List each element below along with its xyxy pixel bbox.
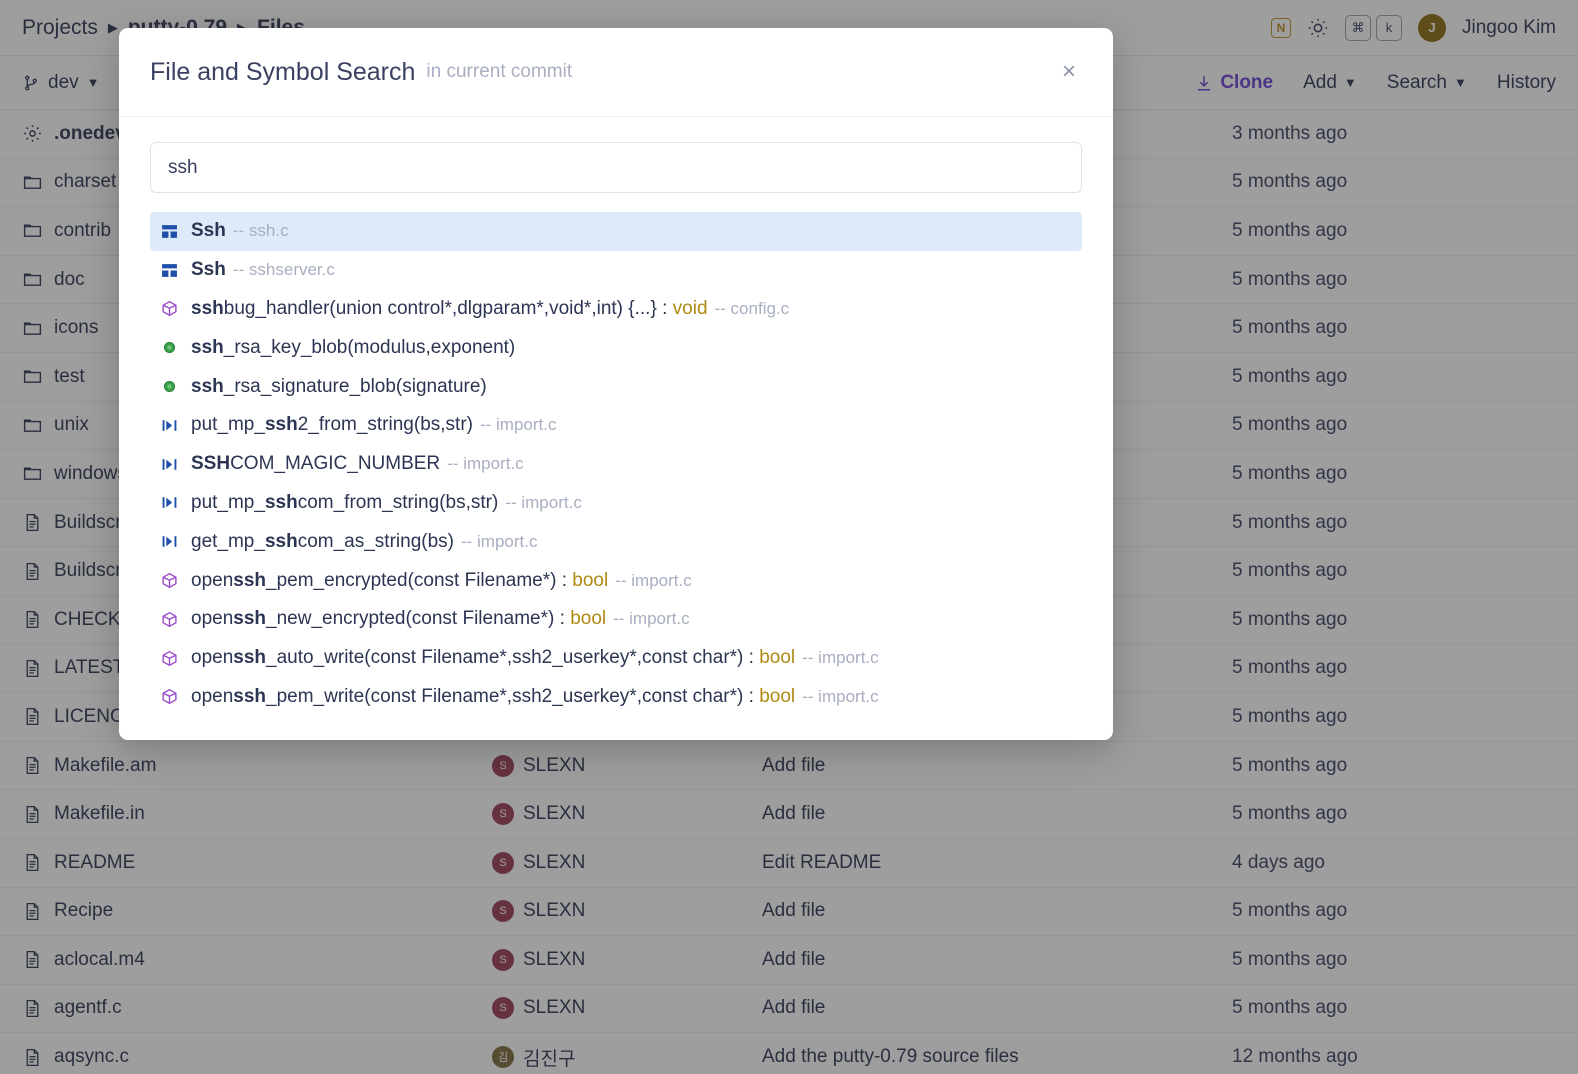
result-match: ssh (264, 530, 298, 552)
result-text: open ssh _auto_write(const Filename*,ssh2_… (191, 647, 879, 669)
result-text: put_mp_ ssh 2_from_string(bs,str) -- import… (191, 414, 556, 436)
result-colon: : (743, 685, 760, 707)
result-match: ssh (191, 336, 224, 358)
result-prefix: get_mp_ (191, 530, 265, 552)
result-match: ssh (233, 569, 267, 591)
result-suffix: com_as_string(bs) (297, 530, 454, 552)
search-input[interactable] (150, 142, 1082, 193)
result-text: Ssh -- ssh.c (191, 220, 289, 242)
function-icon (160, 571, 179, 590)
struct-icon (160, 261, 179, 280)
result-match: SSH (191, 453, 231, 475)
search-result-item[interactable]: open ssh _auto_write(const Filename*,ssh2_… (150, 639, 1082, 678)
function-icon (160, 687, 179, 706)
variable-icon (160, 377, 179, 396)
result-suffix: _new_encrypted(const Filename*) (266, 608, 555, 630)
result-match: ssh (233, 608, 267, 630)
search-result-item[interactable]: Ssh -- ssh.c (150, 212, 1082, 251)
result-type: void (672, 297, 708, 319)
result-type: bool (759, 647, 796, 669)
result-suffix: _auto_write(const Filename*,ssh2_userkey… (266, 647, 744, 669)
result-source: -- import.c (802, 686, 879, 706)
result-match: ssh (191, 375, 224, 397)
result-source: -- import.c (460, 531, 538, 551)
result-suffix: _rsa_key_blob(modulus,exponent) (223, 336, 516, 358)
result-text: ssh _rsa_signature_blob(signature) (191, 376, 487, 398)
result-colon: : (554, 608, 571, 630)
search-result-item[interactable]: put_mp_ ssh com_from_string(bs,str) -- impo… (150, 484, 1082, 523)
search-result-item[interactable]: Ssh -- sshserver.c (150, 251, 1082, 290)
result-match: Ssh (191, 220, 226, 242)
search-result-item[interactable]: get_mp_ ssh com_as_string(bs) -- import.c (150, 522, 1082, 561)
result-colon: : (556, 569, 573, 591)
result-suffix: _pem_write(const Filename*,ssh2_userkey*… (266, 685, 744, 707)
result-colon: : (743, 647, 760, 669)
result-source: -- sshserver.c (232, 260, 335, 280)
result-suffix: com_from_string(bs,str) (297, 491, 499, 513)
result-source: -- config.c (714, 298, 790, 318)
dialog-title: File and Symbol Search (150, 57, 416, 86)
result-suffix: bug_handler(union control*,dlgparam*,voi… (223, 297, 657, 319)
result-prefix: open (191, 647, 234, 669)
search-results-list: Ssh -- ssh.c Ssh -- sshserver.c ssh bug_handl… (150, 212, 1082, 716)
result-match: ssh (233, 685, 267, 707)
result-text: ssh _rsa_key_blob(modulus,exponent) (191, 337, 515, 359)
file-symbol-search-dialog: File and Symbol Search in current commit… (119, 28, 1113, 740)
result-text: open ssh _pem_encrypted(const Filename*) :… (191, 570, 692, 592)
result-source: -- ssh.c (232, 221, 289, 241)
result-text: open ssh _new_encrypted(const Filename*) :… (191, 608, 690, 630)
variable-icon (160, 338, 179, 357)
result-source: -- import.c (479, 415, 557, 435)
result-prefix: put_mp_ (191, 414, 265, 436)
result-match: ssh (233, 647, 267, 669)
result-match: ssh (191, 297, 224, 319)
result-prefix: open (191, 608, 234, 630)
result-source: -- import.c (615, 570, 692, 590)
search-result-item[interactable]: ssh bug_handler(union control*,dlgparam*,… (150, 290, 1082, 329)
struct-icon (160, 222, 179, 241)
macro-icon (160, 493, 179, 512)
result-source: -- import.c (613, 609, 690, 629)
dialog-subtitle: in current commit (426, 61, 573, 82)
result-text: Ssh -- sshserver.c (191, 259, 335, 281)
result-type: bool (759, 685, 796, 707)
result-text: ssh bug_handler(union control*,dlgparam*,… (191, 298, 789, 320)
result-source: -- import.c (447, 454, 524, 474)
search-result-item[interactable]: put_mp_ ssh 2_from_string(bs,str) -- import… (150, 406, 1082, 445)
result-suffix: COM_MAGIC_NUMBER (230, 453, 441, 475)
result-match: ssh (264, 414, 298, 436)
result-text: open ssh _pem_write(const Filename*,ssh2_u… (191, 686, 879, 708)
search-result-item[interactable]: open ssh _pem_write(const Filename*,ssh2_u… (150, 678, 1082, 717)
search-result-item[interactable]: SSH COM_MAGIC_NUMBER -- import.c (150, 445, 1082, 484)
macro-icon (160, 532, 179, 551)
function-icon (160, 649, 179, 668)
result-source: -- import.c (505, 492, 582, 512)
dialog-header: File and Symbol Search in current commit… (119, 28, 1113, 117)
macro-icon (160, 416, 179, 435)
result-source: -- import.c (802, 648, 879, 668)
function-icon (160, 610, 179, 629)
result-match: ssh (264, 491, 298, 513)
close-icon[interactable]: × (1056, 59, 1082, 85)
search-result-item[interactable]: open ssh _new_encrypted(const Filename*) :… (150, 600, 1082, 639)
result-prefix: put_mp_ (191, 491, 265, 513)
function-icon (160, 299, 179, 318)
search-result-item[interactable]: ssh _rsa_key_blob(modulus,exponent) (150, 328, 1082, 367)
result-suffix: _rsa_signature_blob(signature) (223, 375, 487, 397)
result-suffix: _pem_encrypted(const Filename*) (266, 569, 557, 591)
result-prefix: open (191, 685, 234, 707)
result-colon: : (656, 297, 673, 319)
result-text: put_mp_ ssh com_from_string(bs,str) -- impo… (191, 492, 582, 514)
result-type: bool (570, 608, 607, 630)
result-prefix: open (191, 569, 234, 591)
search-result-item[interactable]: open ssh _pem_encrypted(const Filename*) :… (150, 561, 1082, 600)
search-result-item[interactable]: ssh _rsa_signature_blob(signature) (150, 367, 1082, 406)
result-text: get_mp_ ssh com_as_string(bs) -- import.c (191, 531, 537, 553)
result-match: Ssh (191, 259, 226, 281)
macro-icon (160, 455, 179, 474)
result-type: bool (572, 569, 609, 591)
dialog-body: Ssh-- ssh.cSsh-- sshserver.csshbug_handl… (119, 117, 1113, 740)
result-suffix: 2_from_string(bs,str) (297, 414, 473, 436)
result-text: SSH COM_MAGIC_NUMBER -- import.c (191, 453, 524, 475)
